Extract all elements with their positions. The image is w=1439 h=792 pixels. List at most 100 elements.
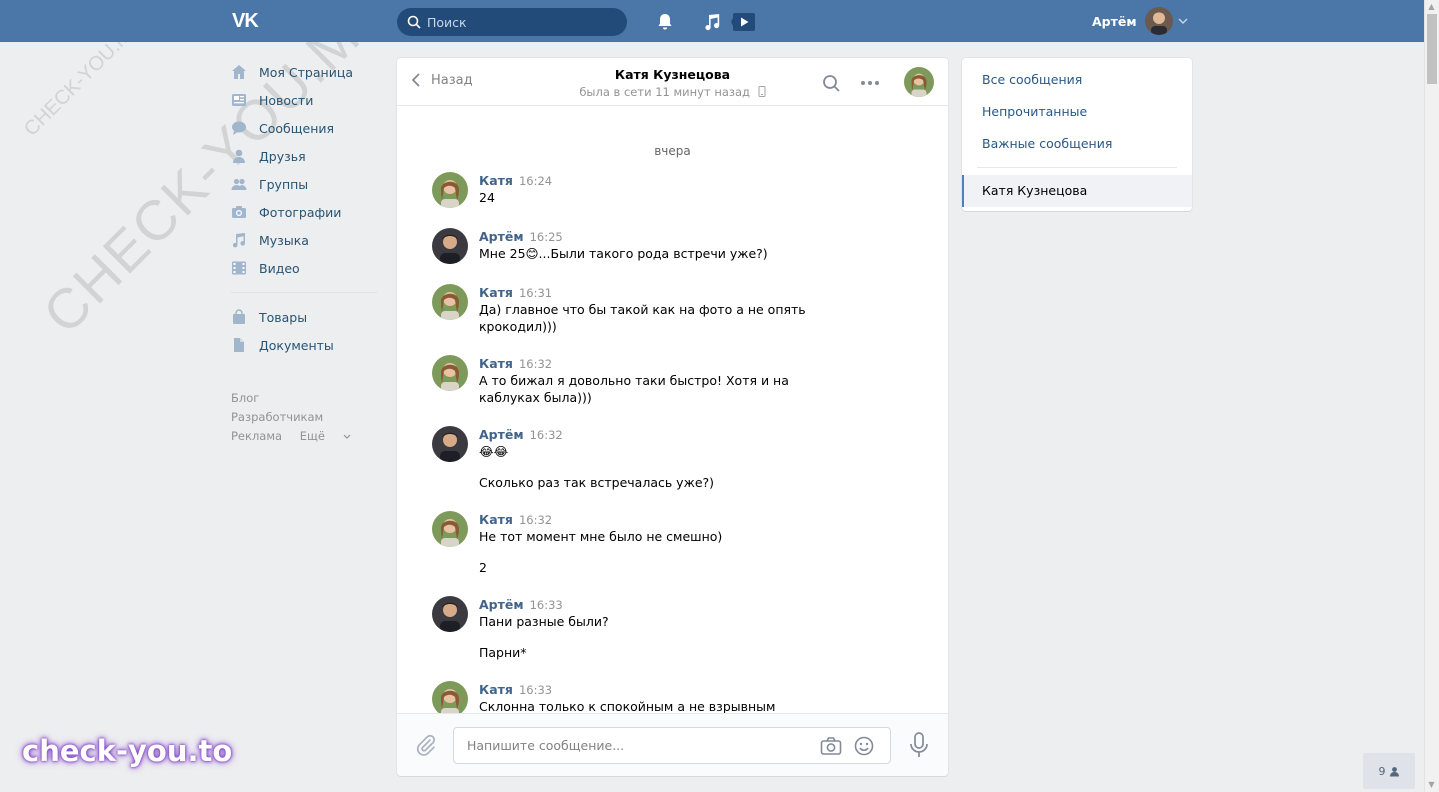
- message-meta: Артём 16:25: [479, 228, 948, 245]
- message-item[interactable]: Артём 16:25 Мне 25😊...Были такого рода вст…: [397, 228, 948, 264]
- message-author[interactable]: Катя: [479, 285, 513, 300]
- message-text: Склонна только к спокойным а не взрывным: [479, 699, 776, 713]
- online-count: 9: [1378, 764, 1386, 778]
- filter-unread[interactable]: Непрочитанные: [962, 96, 1192, 128]
- home-icon: [231, 64, 247, 80]
- peer-avatar[interactable]: [432, 284, 468, 320]
- message-time[interactable]: 16:32: [530, 428, 563, 442]
- nav-label: Товары: [259, 309, 308, 325]
- left-navigation: Моя Страница Новости Сообщения Друзья Гр…: [231, 58, 377, 446]
- nav-friends[interactable]: Друзья: [231, 142, 377, 170]
- peer-avatar[interactable]: [432, 355, 468, 391]
- message-item[interactable]: Артём 16:33 Пани разные были? Парни*: [397, 596, 948, 661]
- nav-my-page[interactable]: Моя Страница: [231, 58, 377, 86]
- news-icon: [231, 92, 247, 108]
- page-scrollbar[interactable]: ▲ ▼: [1424, 0, 1439, 792]
- search-input[interactable]: [427, 14, 607, 30]
- message-item[interactable]: Артём 16:32 😂😂 Сколько раз так встречалась …: [397, 426, 948, 491]
- chat-header: Назад Катя Кузнецова была в сети 11 мину…: [397, 58, 948, 106]
- document-icon: [231, 337, 247, 353]
- message-author[interactable]: Катя: [479, 356, 513, 371]
- message-text: 24: [479, 190, 495, 205]
- message-author[interactable]: Артём: [479, 229, 524, 244]
- message-meta: Катя 16:24: [479, 172, 948, 189]
- message-time[interactable]: 16:31: [519, 286, 552, 300]
- nav-groups[interactable]: Группы: [231, 170, 377, 198]
- message-item[interactable]: Катя 16:31 Да) главное что бы такой как на…: [397, 284, 948, 335]
- message-time[interactable]: 16:32: [519, 357, 552, 371]
- scroll-up-arrow-icon[interactable]: ▲: [1424, 0, 1439, 14]
- filter-all-messages[interactable]: Все сообщения: [962, 64, 1192, 96]
- message-history[interactable]: вчера Катя 16:24 24 Артём 16:25 Мне 25😊...Был…: [397, 107, 948, 713]
- nav-goods[interactable]: Товары: [231, 303, 377, 331]
- music-icon: [231, 232, 247, 248]
- search-box[interactable]: [397, 8, 627, 36]
- friends-icon: [231, 148, 247, 164]
- user-avatar[interactable]: [432, 596, 468, 632]
- peer-avatar[interactable]: [432, 172, 468, 208]
- message-text: Да) главное что бы такой как на фото а н…: [479, 302, 806, 334]
- nav-video[interactable]: Видео: [231, 254, 377, 282]
- message-item[interactable]: Катя 16:24 24: [397, 172, 948, 208]
- more-dots-icon[interactable]: [860, 73, 880, 93]
- nav-label: Моя Страница: [259, 64, 353, 80]
- message-meta: Артём 16:32: [479, 426, 948, 443]
- paperclip-icon[interactable]: [415, 734, 437, 756]
- message-time[interactable]: 16:24: [519, 174, 552, 188]
- play-icon[interactable]: [731, 12, 757, 32]
- filter-important[interactable]: Важные сообщения: [962, 128, 1192, 160]
- message-item[interactable]: Катя 16:32 Не тот момент мне было не смешн…: [397, 511, 948, 576]
- nav-messages[interactable]: Сообщения: [231, 114, 377, 142]
- message-time[interactable]: 16:32: [519, 513, 552, 527]
- message-input-wrapper[interactable]: [453, 727, 891, 764]
- music-note-icon[interactable]: [702, 12, 722, 32]
- camera-icon[interactable]: [820, 736, 842, 756]
- message-author[interactable]: Катя: [479, 512, 513, 527]
- online-friends-badge[interactable]: 9: [1363, 753, 1415, 789]
- peer-avatar[interactable]: [432, 681, 468, 713]
- message-text: Мне 25😊...Были такого рода встречи уже?): [479, 246, 768, 261]
- message-time[interactable]: 16:33: [530, 598, 563, 612]
- message-input[interactable]: [467, 738, 807, 753]
- message-meta: Артём 16:33: [479, 596, 948, 613]
- message-author[interactable]: Катя: [479, 173, 513, 188]
- microphone-icon[interactable]: [908, 732, 930, 758]
- nav-photos[interactable]: Фотографии: [231, 198, 377, 226]
- nav-label: Группы: [259, 176, 309, 192]
- peer-avatar[interactable]: [432, 511, 468, 547]
- message-author[interactable]: Артём: [479, 427, 524, 442]
- user-name: Артём: [1092, 13, 1137, 29]
- search-icon[interactable]: [821, 73, 841, 93]
- smile-icon[interactable]: [854, 736, 874, 756]
- footer-dev-link[interactable]: Разработчикам: [231, 410, 323, 424]
- message-author[interactable]: Катя: [479, 682, 513, 697]
- nav-label: Сообщения: [259, 120, 335, 136]
- active-conversation[interactable]: Катя Кузнецова: [962, 175, 1192, 207]
- bell-icon[interactable]: [655, 12, 675, 32]
- user-avatar[interactable]: [432, 228, 468, 264]
- vk-logo[interactable]: VK: [232, 10, 266, 32]
- user-avatar[interactable]: [432, 426, 468, 462]
- scroll-down-arrow-icon[interactable]: ▼: [1424, 778, 1439, 792]
- footer-links: Блог Разработчикам Реклама Ещё: [231, 389, 377, 446]
- day-separator: вчера: [654, 144, 691, 158]
- message-text: Парни*: [479, 645, 527, 660]
- peer-avatar[interactable]: [904, 67, 934, 97]
- footer-more-link[interactable]: Ещё: [300, 429, 351, 443]
- top-header: VK Артём: [0, 0, 1424, 42]
- user-menu[interactable]: Артём: [1092, 6, 1189, 36]
- nav-label: Видео: [259, 260, 300, 276]
- nav-music[interactable]: Музыка: [231, 226, 377, 254]
- message-item[interactable]: Катя 16:32 А то бижал я довольно таки быст…: [397, 355, 948, 406]
- message-author[interactable]: Артём: [479, 597, 524, 612]
- message-time[interactable]: 16:25: [530, 230, 563, 244]
- footer-ads-link[interactable]: Реклама: [231, 429, 282, 443]
- video-icon: [231, 260, 247, 276]
- message-item[interactable]: Катя 16:33 Склонна только к спокойным а не…: [397, 681, 948, 713]
- nav-news[interactable]: Новости: [231, 86, 377, 114]
- message-composer: [397, 713, 948, 776]
- scroll-thumb[interactable]: [1427, 14, 1437, 84]
- message-time[interactable]: 16:33: [519, 683, 552, 697]
- nav-documents[interactable]: Документы: [231, 331, 377, 359]
- footer-blog-link[interactable]: Блог: [231, 391, 259, 405]
